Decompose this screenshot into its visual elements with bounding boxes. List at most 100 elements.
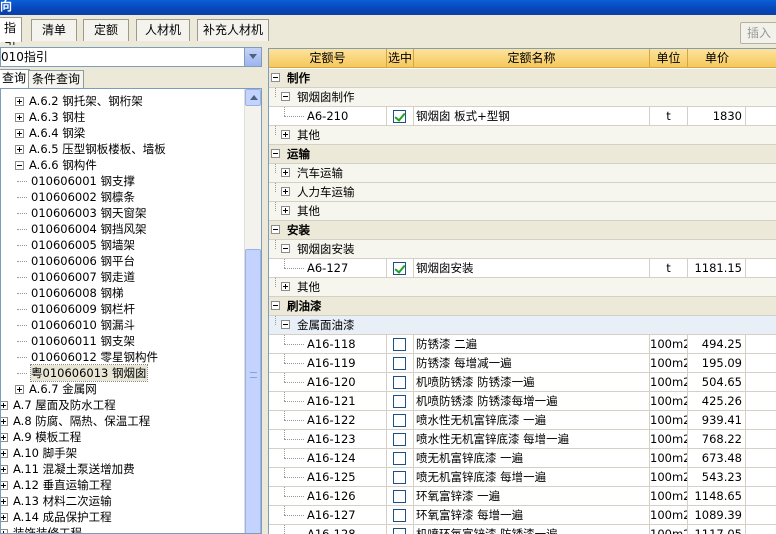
quota-price: 1117.05 <box>688 525 746 534</box>
select-checkbox[interactable] <box>393 452 406 465</box>
select-checkbox[interactable] <box>393 509 406 522</box>
quota-price: 504.65 <box>688 373 746 391</box>
subtab-condition-query[interactable]: 条件查询 <box>28 70 85 88</box>
quota-price: 1089.39 <box>688 506 746 524</box>
tree-scrollbar[interactable] <box>244 89 261 533</box>
category-row[interactable]: 安装 <box>269 221 776 240</box>
quota-row[interactable]: A16-127 环氧富锌漆 每增一遍 100m2 1089.39 <box>269 506 776 525</box>
collapse-icon[interactable] <box>271 73 280 82</box>
collapse-icon[interactable] <box>281 244 290 253</box>
quota-row[interactable]: A6-210 钢烟囱 板式+型钢 t 1830 <box>269 107 776 126</box>
tree-item-label: 装饰装修工程 <box>13 526 82 534</box>
expand-icon[interactable] <box>281 130 290 139</box>
quota-row[interactable]: A16-120 机喷防锈漆 防锈漆一遍 100m2 504.65 <box>269 373 776 392</box>
quota-code: A16-123 <box>269 430 387 448</box>
quota-code: A16-124 <box>269 449 387 467</box>
select-checkbox[interactable] <box>393 471 406 484</box>
group-row[interactable]: 其他 <box>269 278 776 297</box>
select-checkbox[interactable] <box>393 110 406 123</box>
expand-icon[interactable] <box>281 206 290 215</box>
header-code[interactable]: 定额号 <box>269 49 387 68</box>
quota-unit: 100m2 <box>650 354 688 372</box>
group-row[interactable]: 人力车运输 <box>269 183 776 202</box>
insert-button[interactable]: 插入 <box>740 22 776 44</box>
expand-icon[interactable] <box>15 129 24 138</box>
tab-guide[interactable]: 指引 <box>0 17 22 55</box>
group-row[interactable]: 汽车运输 <box>269 164 776 183</box>
header-unit[interactable]: 单位 <box>650 49 688 68</box>
quota-row[interactable]: A16-126 环氧富锌漆 一遍 100m2 1148.65 <box>269 487 776 506</box>
tree-item-label: 010606010 钢漏斗 <box>31 318 136 332</box>
category-row[interactable]: 制作 <box>269 69 776 88</box>
select-checkbox[interactable] <box>393 433 406 446</box>
tab-labor-material-machine[interactable]: 人材机 <box>136 19 190 41</box>
expand-icon[interactable] <box>281 282 290 291</box>
category-row[interactable]: 刷油漆 <box>269 297 776 316</box>
expand-icon[interactable] <box>1 433 8 442</box>
select-checkbox[interactable] <box>393 262 406 275</box>
quota-price: 1148.65 <box>688 487 746 505</box>
quota-code: A16-118 <box>269 335 387 353</box>
scroll-thumb[interactable] <box>245 249 261 533</box>
expand-icon[interactable] <box>281 168 290 177</box>
expand-icon[interactable] <box>1 465 8 474</box>
select-checkbox[interactable] <box>393 528 406 534</box>
expand-icon[interactable] <box>1 417 8 426</box>
tab-quota[interactable]: 定额 <box>83 19 129 41</box>
tree-item-label: A.6.5 压型钢板楼板、墙板 <box>29 142 166 156</box>
expand-icon[interactable] <box>1 513 8 522</box>
tab-bill[interactable]: 清单 <box>31 19 77 41</box>
tree-item-label: 010606003 钢天窗架 <box>31 206 147 220</box>
collapse-icon[interactable] <box>281 320 290 329</box>
quota-row[interactable]: A16-128 机喷环氧富锌漆 防锈漆一遍 100m2 1117.05 <box>269 525 776 534</box>
group-row[interactable]: 钢烟囱安装 <box>269 240 776 259</box>
header-selected[interactable]: 选中 <box>387 49 414 68</box>
header-name[interactable]: 定额名称 <box>414 49 650 68</box>
collapse-icon[interactable] <box>15 161 24 170</box>
select-checkbox[interactable] <box>393 414 406 427</box>
quota-row[interactable]: A6-127 钢烟囱安装 t 1181.15 <box>269 259 776 278</box>
quota-row[interactable]: A16-122 喷水性无机富锌底漆 一遍 100m2 939.41 <box>269 411 776 430</box>
quota-row[interactable]: A16-118 防锈漆 二遍 100m2 494.25 <box>269 335 776 354</box>
group-row[interactable]: 钢烟囱制作 <box>269 88 776 107</box>
tab-supplement-lmm[interactable]: 补充人材机 <box>197 19 269 41</box>
category-row[interactable]: 运输 <box>269 145 776 164</box>
subtab-query[interactable]: 查询 <box>0 69 31 88</box>
quota-price: 543.23 <box>688 468 746 486</box>
select-checkbox[interactable] <box>393 376 406 389</box>
quota-row[interactable]: A16-124 喷无机富锌底漆 一遍 100m2 673.48 <box>269 449 776 468</box>
group-row[interactable]: 其他 <box>269 126 776 145</box>
collapse-icon[interactable] <box>271 301 280 310</box>
expand-icon[interactable] <box>15 385 24 394</box>
select-checkbox[interactable] <box>393 357 406 370</box>
expand-icon[interactable] <box>1 481 8 490</box>
expand-icon[interactable] <box>1 449 8 458</box>
guide-select[interactable]: 010指引 <box>0 47 262 67</box>
quota-row[interactable]: A16-121 机喷防锈漆 防锈漆每增一遍 100m2 425.26 <box>269 392 776 411</box>
tree-item-label: 010606012 零星钢构件 <box>31 350 159 364</box>
expand-icon[interactable] <box>1 497 8 506</box>
collapse-icon[interactable] <box>271 149 280 158</box>
expand-icon[interactable] <box>1 529 8 533</box>
select-checkbox[interactable] <box>393 395 406 408</box>
select-checkbox[interactable] <box>393 338 406 351</box>
select-checkbox[interactable] <box>393 490 406 503</box>
header-price[interactable]: 单价 <box>688 49 746 68</box>
expand-icon[interactable] <box>15 113 24 122</box>
collapse-icon[interactable] <box>271 225 280 234</box>
quota-row[interactable]: A16-125 喷无机富锌底漆 每增一遍 100m2 543.23 <box>269 468 776 487</box>
group-row[interactable]: 金属面油漆 <box>269 316 776 335</box>
expand-icon[interactable] <box>15 97 24 106</box>
quota-row[interactable]: A16-119 防锈漆 每增减一遍 100m2 195.09 <box>269 354 776 373</box>
expand-icon[interactable] <box>1 401 8 410</box>
collapse-icon[interactable] <box>281 92 290 101</box>
scroll-up-icon[interactable] <box>245 89 261 106</box>
expand-icon[interactable] <box>281 187 290 196</box>
guide-tree: A.6.2 钢托架、钢桁架 A.6.3 钢柱 A.6.4 钢梁 A.6.5 压型钢板楼… <box>0 88 262 534</box>
group-row[interactable]: 其他 <box>269 202 776 221</box>
quota-name: 喷无机富锌底漆 每增一遍 <box>414 468 650 486</box>
quota-row[interactable]: A16-123 喷水性无机富锌底漆 每增一遍 100m2 768.22 <box>269 430 776 449</box>
chevron-down-icon[interactable] <box>244 48 261 66</box>
quota-code: A16-128 <box>269 525 387 534</box>
expand-icon[interactable] <box>15 145 24 154</box>
